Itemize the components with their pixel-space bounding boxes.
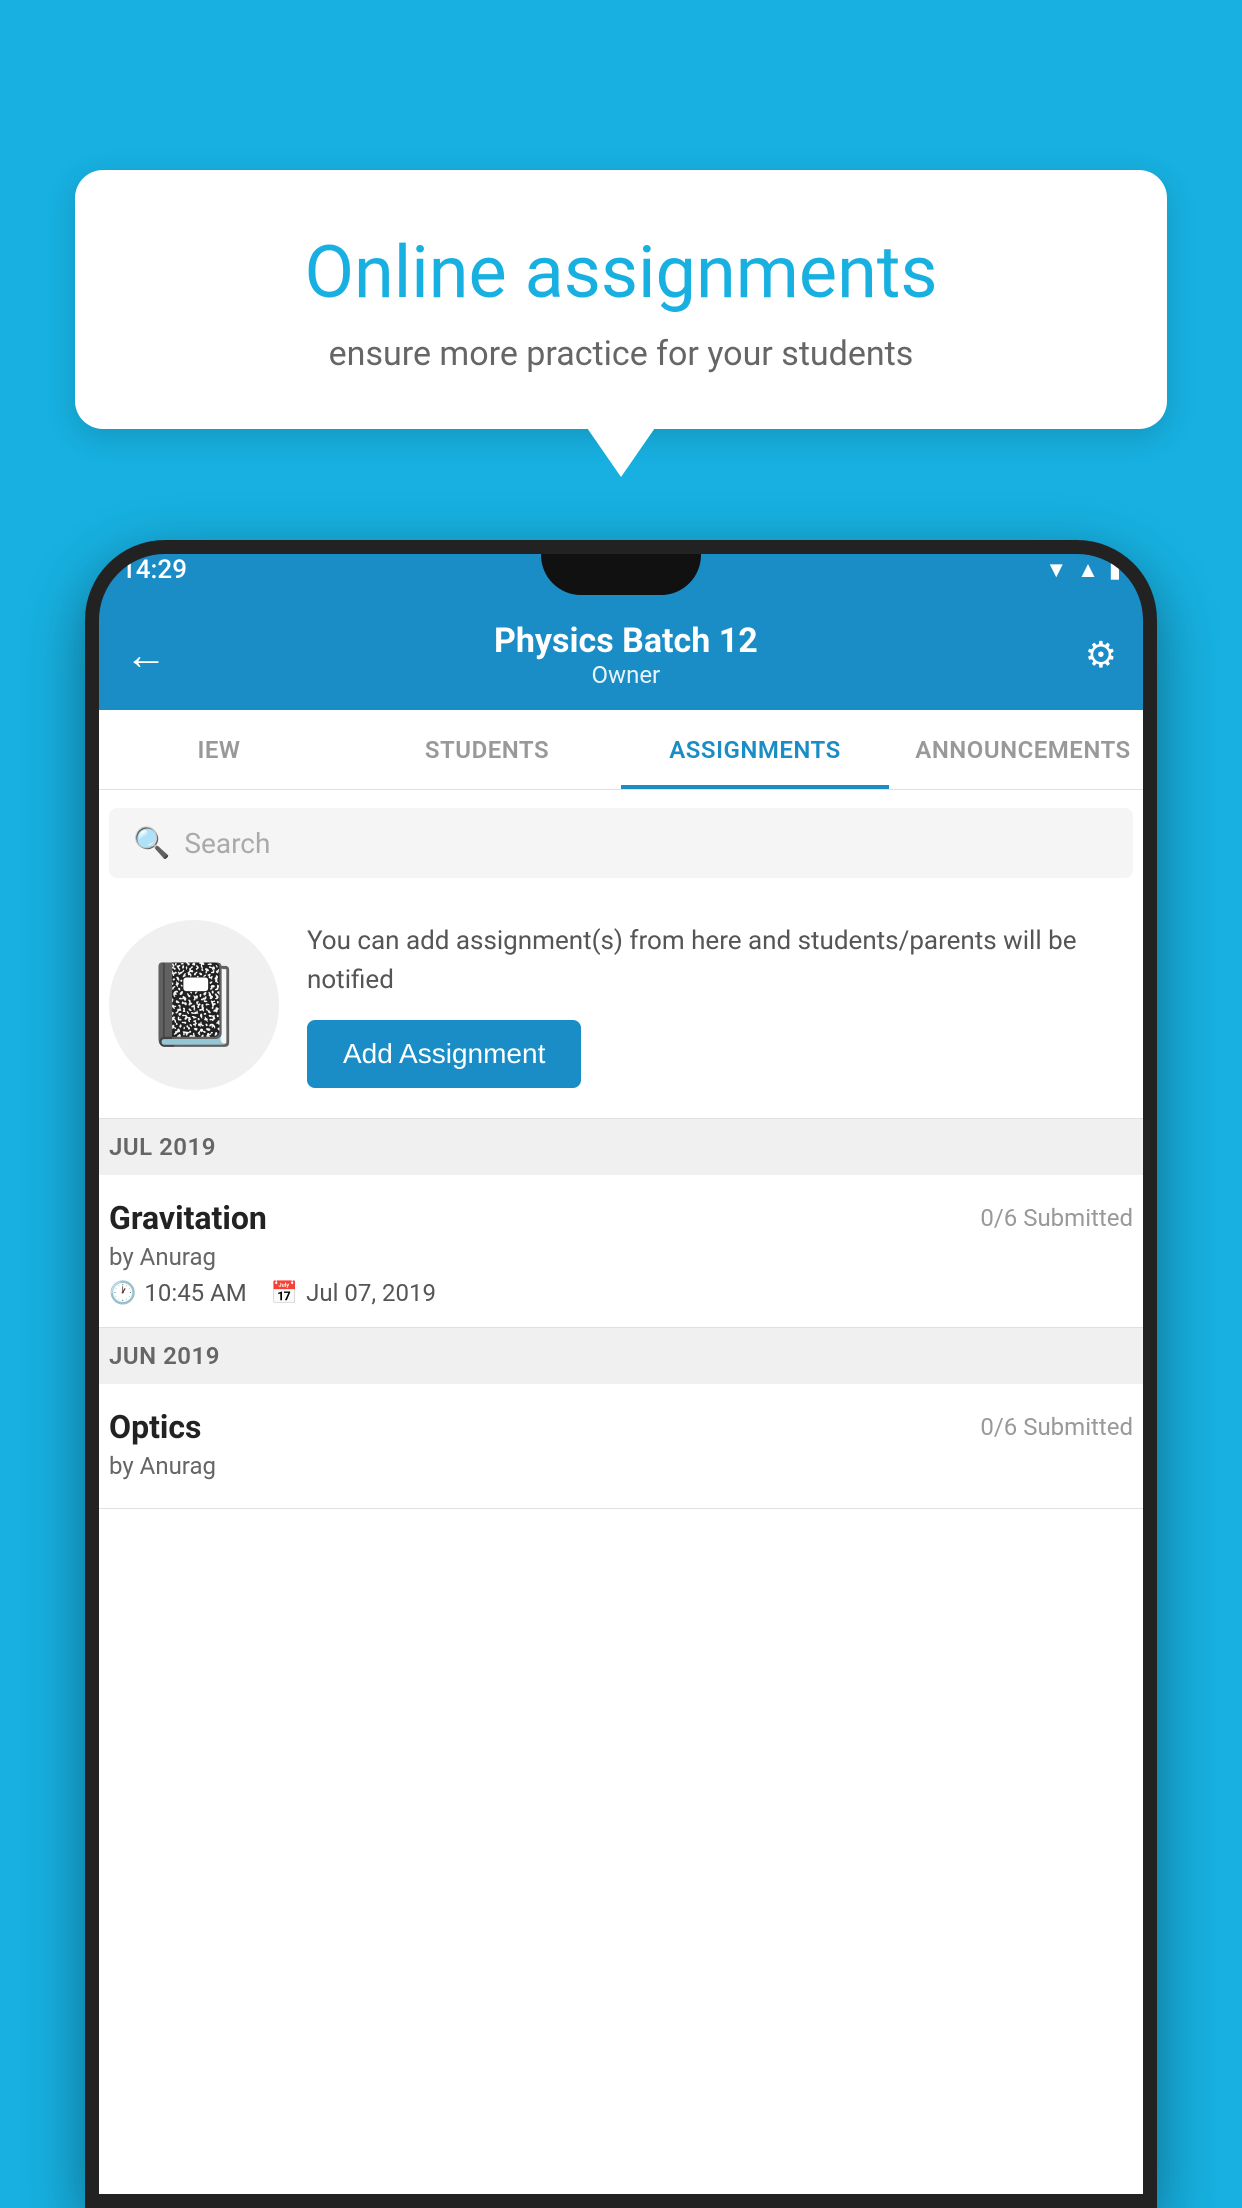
bubble-subtitle: ensure more practice for your students: [145, 334, 1097, 374]
battery-icon: ▮: [1109, 558, 1121, 583]
assignment-time: 🕐 10:45 AM: [109, 1279, 247, 1307]
clock-icon: 🕐: [109, 1281, 136, 1306]
assignment-date: 📅 Jul 07, 2019: [271, 1279, 436, 1307]
assignment-title: Gravitation: [109, 1199, 267, 1237]
tab-announcements[interactable]: ANNOUNCEMENTS: [889, 710, 1157, 789]
optics-top: Optics 0/6 Submitted: [109, 1408, 1133, 1446]
screen-content: 🔍 Search 📓 You can add assignment(s) fro…: [85, 790, 1157, 2208]
assignment-meta: 🕐 10:45 AM 📅 Jul 07, 2019: [109, 1279, 1133, 1307]
search-bar[interactable]: 🔍 Search: [109, 808, 1133, 878]
promo-icon-wrap: 📓: [109, 920, 279, 1090]
tab-students[interactable]: STUDENTS: [353, 710, 621, 789]
status-time: 14:29: [121, 555, 187, 585]
status-bar: 14:29 ▼ ▲ ▮: [85, 540, 1157, 600]
tab-overview[interactable]: IEW: [85, 710, 353, 789]
app-bar-title: Physics Batch 12: [177, 621, 1075, 661]
assignment-item-optics[interactable]: Optics 0/6 Submitted by Anurag: [85, 1384, 1157, 1509]
time-value: 10:45 AM: [144, 1279, 246, 1307]
month-header-jun: JUN 2019: [85, 1328, 1157, 1384]
assignment-author: by Anurag: [109, 1243, 1133, 1271]
app-bar-subtitle: Owner: [177, 661, 1075, 689]
status-icons: ▼ ▲ ▮: [1045, 557, 1121, 583]
assignment-item-gravitation[interactable]: Gravitation 0/6 Submitted by Anurag 🕐 10…: [85, 1175, 1157, 1328]
assignment-top: Gravitation 0/6 Submitted: [109, 1199, 1133, 1237]
search-bar-wrap: 🔍 Search: [85, 790, 1157, 896]
notch: [541, 540, 701, 595]
notebook-icon: 📓: [144, 958, 244, 1052]
phone-frame: 14:29 ▼ ▲ ▮ ← Physics Batch 12 Owner ⚙ I…: [85, 540, 1157, 2208]
promo-text-wrap: You can add assignment(s) from here and …: [307, 922, 1133, 1088]
wifi-icon: ▼: [1045, 557, 1067, 583]
optics-author: by Anurag: [109, 1452, 1133, 1480]
speech-bubble: Online assignments ensure more practice …: [75, 170, 1167, 429]
date-value: Jul 07, 2019: [306, 1279, 436, 1307]
tabs-bar: IEW STUDENTS ASSIGNMENTS ANNOUNCEMENTS: [85, 710, 1157, 790]
search-icon: 🔍: [133, 826, 170, 861]
promo-section: 📓 You can add assignment(s) from here an…: [85, 896, 1157, 1119]
settings-button[interactable]: ⚙: [1075, 624, 1127, 686]
tab-assignments[interactable]: ASSIGNMENTS: [621, 710, 889, 789]
app-bar-title-wrap: Physics Batch 12 Owner: [177, 621, 1075, 689]
assignment-submitted: 0/6 Submitted: [980, 1204, 1133, 1232]
bubble-title: Online assignments: [145, 230, 1097, 316]
calendar-icon: 📅: [271, 1281, 298, 1306]
promo-description: You can add assignment(s) from here and …: [307, 922, 1133, 1000]
optics-title: Optics: [109, 1408, 201, 1446]
app-bar: ← Physics Batch 12 Owner ⚙: [85, 600, 1157, 710]
search-placeholder: Search: [184, 827, 270, 860]
back-button[interactable]: ←: [115, 621, 177, 690]
optics-submitted: 0/6 Submitted: [980, 1413, 1133, 1441]
add-assignment-button[interactable]: Add Assignment: [307, 1020, 581, 1088]
signal-icon: ▲: [1077, 557, 1099, 583]
month-header-jul: JUL 2019: [85, 1119, 1157, 1175]
